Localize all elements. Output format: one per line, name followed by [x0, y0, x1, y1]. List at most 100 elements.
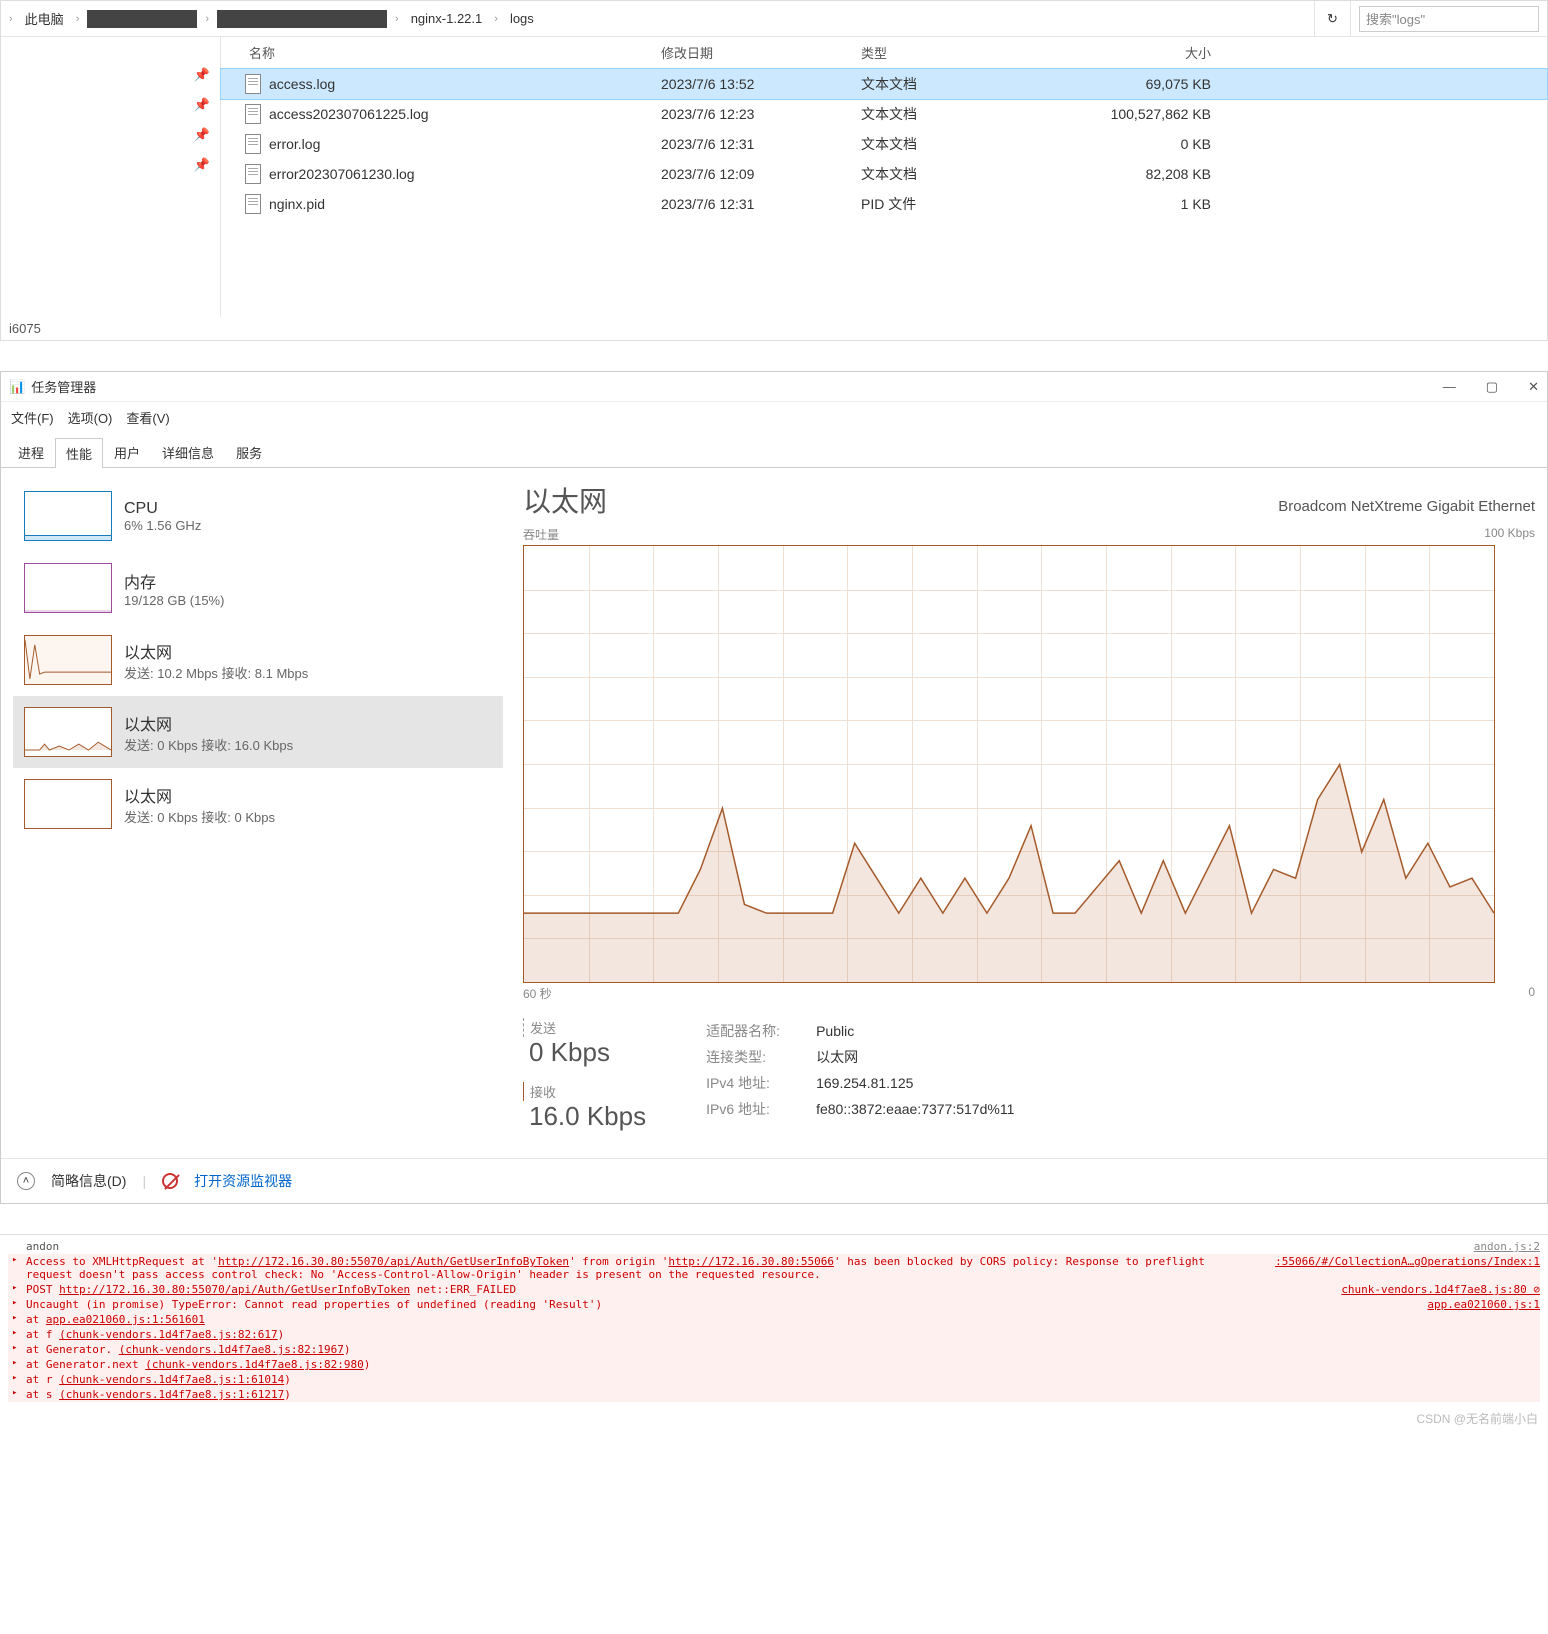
file-type: 文本文档 [861, 74, 1041, 94]
crumb-0[interactable]: 此电脑 [21, 7, 68, 30]
console-row[interactable]: POST http://172.16.30.80:55070/api/Auth/… [8, 1282, 1540, 1297]
console-row[interactable]: Access to XMLHttpRequest at 'http://172.… [8, 1254, 1540, 1282]
file-icon [245, 164, 261, 184]
file-name: nginx.pid [269, 196, 325, 212]
side-subtitle: 发送: 10.2 Mbps 接收: 8.1 Mbps [124, 663, 308, 682]
footer: ˄ 简略信息(D) | 打开资源监视器 [1, 1158, 1547, 1203]
file-date: 2023/7/6 12:31 [661, 136, 861, 152]
console-src[interactable]: app.ea021060.js:1 [1427, 1298, 1540, 1311]
file-date: 2023/7/6 13:52 [661, 76, 861, 92]
y-label: 吞吐量 [523, 526, 559, 543]
perf-sidebar-item[interactable]: 以太网发送: 10.2 Mbps 接收: 8.1 Mbps [13, 624, 503, 696]
detail-row: IPv4 地址: 169.254.81.125 [706, 1070, 1014, 1096]
console-row[interactable]: andon andon.js:2 [8, 1239, 1540, 1254]
pin-icon[interactable]: 📌 [194, 127, 210, 143]
maximize-icon[interactable]: ▢ [1486, 379, 1498, 395]
tab-details[interactable]: 详细信息 [151, 437, 225, 467]
file-size: 69,075 KB [1041, 76, 1241, 92]
side-subtitle: 发送: 0 Kbps 接收: 0 Kbps [124, 807, 275, 826]
file-explorer: › 此电脑 › › › nginx-1.22.1 › logs ↻ 搜索"log… [0, 0, 1548, 341]
file-row[interactable]: error202307061230.log2023/7/6 12:09文本文档8… [221, 159, 1547, 189]
x-right: 0 [1528, 985, 1535, 1002]
crumb-4[interactable]: logs [506, 9, 538, 28]
detail-key: 适配器名称: [706, 1018, 796, 1044]
devtools-console: andon andon.js:2Access to XMLHttpRequest … [0, 1234, 1548, 1406]
console-msg: andon [8, 1240, 1454, 1253]
status-bar: i6075 [1, 317, 1547, 340]
console-src[interactable]: andon.js:2 [1474, 1240, 1540, 1253]
watermark: CSDN @无名前端小白 [0, 1406, 1548, 1431]
tab-users[interactable]: 用户 [103, 437, 151, 467]
ethernet-chart [523, 545, 1495, 983]
file-type: 文本文档 [861, 104, 1041, 124]
minimize-icon[interactable]: — [1443, 379, 1456, 395]
file-type: 文本文档 [861, 164, 1041, 184]
side-title: 以太网 [124, 783, 275, 807]
file-type: 文本文档 [861, 134, 1041, 154]
menu-options[interactable]: 选项(O) [68, 408, 113, 427]
console-src[interactable]: :55066/#/CollectionA…gOperations/Index:1 [1275, 1255, 1540, 1281]
perf-sidebar-item[interactable]: 内存19/128 GB (15%) [13, 552, 503, 624]
side-subtitle: 发送: 0 Kbps 接收: 16.0 Kbps [124, 735, 293, 754]
address-bar: › 此电脑 › › › nginx-1.22.1 › logs ↻ 搜索"log… [1, 1, 1547, 37]
menu-file[interactable]: 文件(F) [11, 408, 54, 427]
resource-monitor-link[interactable]: 打开资源监视器 [194, 1171, 292, 1191]
console-row[interactable]: Uncaught (in promise) TypeError: Cannot … [8, 1297, 1540, 1312]
console-msg: Uncaught (in promise) TypeError: Cannot … [8, 1298, 1407, 1311]
col-date-header[interactable]: 修改日期 [661, 43, 861, 62]
file-row[interactable]: nginx.pid2023/7/6 12:31PID 文件1 KB [221, 189, 1547, 219]
file-date: 2023/7/6 12:23 [661, 106, 861, 122]
breadcrumb[interactable]: › 此电脑 › › › nginx-1.22.1 › logs [1, 1, 1315, 36]
crumb-3[interactable]: nginx-1.22.1 [407, 9, 487, 28]
console-src[interactable]: chunk-vendors.1d4f7ae8.js:80 ⊘ [1341, 1283, 1540, 1296]
file-row[interactable]: access202307061225.log2023/7/6 12:23文本文档… [221, 99, 1547, 129]
crumb-2[interactable] [217, 10, 387, 28]
side-subtitle: 19/128 GB (15%) [124, 593, 224, 608]
chevron-right-icon: › [9, 13, 13, 25]
detail-key: IPv4 地址: [706, 1070, 796, 1096]
pin-icon[interactable]: 📌 [194, 67, 210, 83]
chevron-up-icon[interactable]: ˄ [17, 1172, 35, 1190]
search-input[interactable]: 搜索"logs" [1359, 6, 1539, 32]
detail-value: Public [816, 1018, 854, 1044]
prohibit-icon [162, 1173, 178, 1189]
x-left: 60 秒 [523, 985, 552, 1002]
brief-info-link[interactable]: 简略信息(D) [51, 1171, 126, 1191]
crumb-1[interactable] [87, 10, 197, 28]
detail-value: fe80::3872:eaae:7377:517d%11 [816, 1096, 1014, 1122]
refresh-button[interactable]: ↻ [1315, 1, 1351, 36]
window-title: 任务管理器 [31, 377, 96, 396]
stack-line: at Generator.next (chunk-vendors.1d4f7ae… [8, 1358, 1540, 1371]
pin-icon[interactable]: 📌 [194, 157, 210, 173]
tab-processes[interactable]: 进程 [7, 437, 55, 467]
thumb-icon [24, 779, 112, 829]
thumb-icon [24, 491, 112, 541]
menu-view[interactable]: 查看(V) [126, 408, 169, 427]
file-name: error202307061230.log [269, 166, 415, 182]
perf-sidebar-item[interactable]: CPU6% 1.56 GHz [13, 480, 503, 552]
close-icon[interactable]: ✕ [1528, 379, 1539, 395]
file-date: 2023/7/6 12:09 [661, 166, 861, 182]
file-name: access.log [269, 76, 335, 92]
adapter-name: Broadcom NetXtreme Gigabit Ethernet [1278, 498, 1535, 515]
file-icon [245, 194, 261, 214]
col-name-header[interactable]: 名称 [221, 43, 661, 62]
y-max: 100 Kbps [1484, 526, 1535, 543]
file-icon [245, 104, 261, 124]
file-row[interactable]: access.log 2023/7/6 13:52文本文档69,075 KB [221, 69, 1547, 99]
tab-performance[interactable]: 性能 [55, 438, 103, 468]
tab-bar: 进程 性能 用户 详细信息 服务 [1, 437, 1547, 468]
perf-sidebar-item[interactable]: 以太网发送: 0 Kbps 接收: 16.0 Kbps [13, 696, 503, 768]
title-bar: 📊 任务管理器 — ▢ ✕ [1, 372, 1547, 402]
refresh-icon: ↻ [1327, 11, 1338, 27]
file-row[interactable]: error.log2023/7/6 12:31文本文档0 KB [221, 129, 1547, 159]
col-type-header[interactable]: 类型 [861, 43, 1041, 62]
pin-icon[interactable]: 📌 [194, 97, 210, 113]
col-size-header[interactable]: 大小 [1041, 43, 1241, 62]
detail-value: 169.254.81.125 [816, 1070, 913, 1096]
side-subtitle: 6% 1.56 GHz [124, 518, 201, 533]
tab-services[interactable]: 服务 [225, 437, 273, 467]
perf-sidebar-item[interactable]: 以太网发送: 0 Kbps 接收: 0 Kbps [13, 768, 503, 840]
side-title: CPU [124, 500, 201, 518]
send-value: 0 Kbps [523, 1037, 646, 1068]
